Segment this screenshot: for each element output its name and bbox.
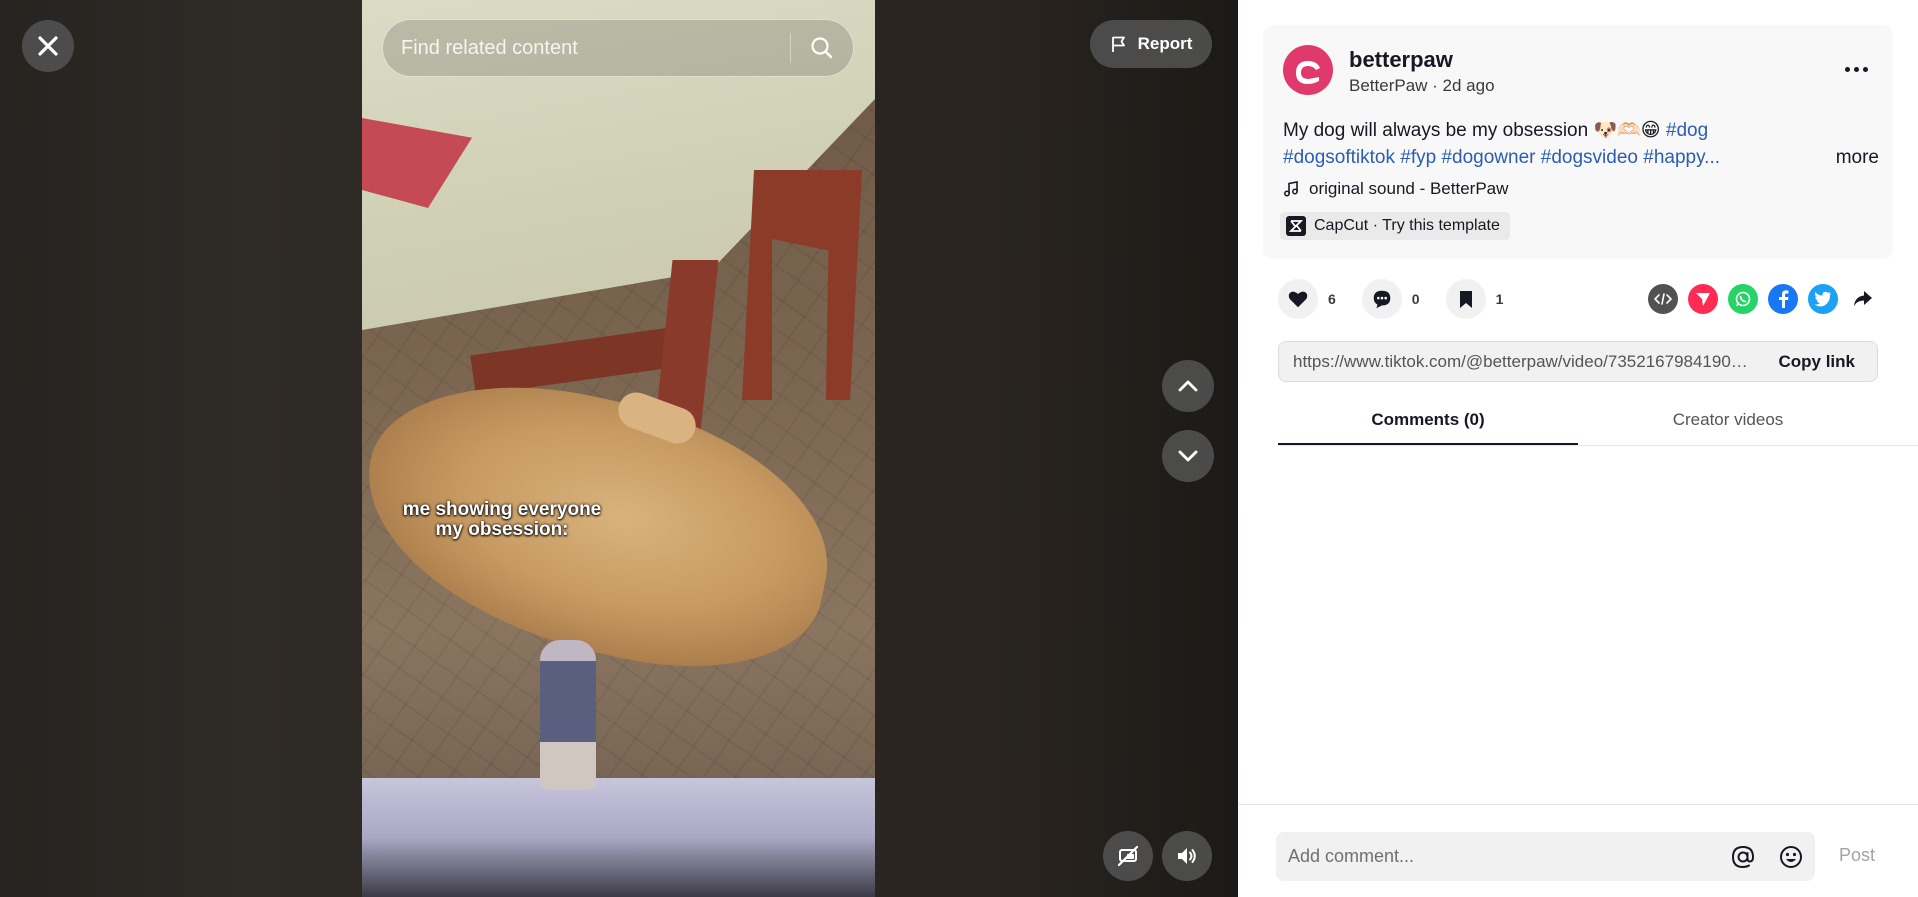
description-text: My dog will always be my obsession — [1283, 120, 1589, 141]
hashtag-dog[interactable]: #dog — [1666, 120, 1708, 141]
comment-button[interactable]: 0 — [1361, 279, 1420, 319]
video-player[interactable]: me showing everyone my obsession: — [362, 0, 875, 897]
bookmark-icon — [1459, 291, 1472, 308]
heart-icon — [1288, 291, 1308, 308]
comment-circle — [1361, 279, 1402, 319]
post-comment-button[interactable]: Post — [1839, 845, 1875, 866]
dot-icon — [1862, 66, 1868, 72]
close-icon — [38, 36, 58, 56]
video-caption: me showing everyone my obsession: — [402, 500, 602, 540]
share-arrow-icon — [1854, 291, 1872, 306]
dot-icon — [1844, 66, 1850, 72]
comment-count: 0 — [1411, 291, 1420, 307]
posted-time: 2d ago — [1442, 76, 1495, 95]
facebook-icon — [1779, 290, 1789, 308]
twitter-share-button[interactable] — [1808, 284, 1838, 314]
panel-tabs: Comments (0) Creator videos — [1278, 400, 1918, 446]
avatar[interactable] — [1283, 45, 1333, 95]
hashtag-dogsoftiktok[interactable]: #dogsoftiktok — [1283, 147, 1395, 168]
video-stage: me showing everyone my obsession: Report — [0, 0, 1238, 897]
twitter-icon — [1814, 291, 1831, 307]
at-sign-icon — [1731, 845, 1755, 868]
emoji-button[interactable] — [1767, 837, 1815, 877]
mention-button[interactable] — [1719, 837, 1767, 877]
embed-code-icon — [1654, 293, 1672, 305]
search-button[interactable] — [791, 20, 853, 76]
hashtag-dogowner[interactable]: #dogowner — [1441, 147, 1535, 168]
copy-link-button[interactable]: Copy link — [1756, 352, 1877, 372]
like-button[interactable]: 6 — [1278, 279, 1336, 319]
report-label: Report — [1137, 34, 1193, 53]
description-line2: #dogsoftiktok #fyp #dogowner #dogsvideo … — [1283, 144, 1883, 171]
previous-video-button[interactable] — [1162, 360, 1214, 412]
author-subline: BetterPaw · 2d ago — [1349, 76, 1495, 96]
betterpaw-logo-icon — [1296, 61, 1320, 84]
like-count: 6 — [1328, 291, 1336, 307]
tab-creator-videos[interactable]: Creator videos — [1578, 400, 1878, 445]
music-note-icon — [1284, 181, 1298, 197]
save-button[interactable]: 1 — [1445, 279, 1504, 319]
embed-button[interactable] — [1648, 284, 1678, 314]
whatsapp-share-button[interactable] — [1728, 284, 1758, 314]
music-title: original sound - BetterPaw — [1309, 179, 1509, 198]
video-person — [540, 640, 596, 790]
description-card: betterpaw BetterPaw · 2d ago My dog will… — [1263, 25, 1893, 259]
music-link[interactable]: original sound - BetterPaw — [1283, 179, 1508, 199]
send-to-friends-button[interactable] — [1688, 284, 1718, 314]
author-name[interactable]: betterpaw — [1349, 47, 1453, 73]
chevron-up-icon — [1178, 380, 1198, 392]
more-options-button[interactable] — [1839, 59, 1873, 79]
volume-button[interactable] — [1162, 831, 1212, 881]
send-icon — [1696, 293, 1710, 306]
share-link-url[interactable]: https://www.tiktok.com/@betterpaw/video/… — [1279, 352, 1756, 372]
whatsapp-icon — [1735, 291, 1751, 307]
search-icon — [811, 37, 833, 59]
facebook-share-button[interactable] — [1768, 284, 1798, 314]
more-description-button[interactable]: more — [1836, 144, 1883, 171]
engagement-actions: 6 0 1 — [1278, 279, 1529, 319]
author-nickname: BetterPaw — [1349, 76, 1428, 95]
report-button[interactable]: Report — [1090, 20, 1212, 68]
hashtag-happy[interactable]: #happy... — [1643, 147, 1720, 168]
search-input[interactable] — [383, 36, 790, 60]
volume-icon — [1178, 848, 1196, 864]
save-circle — [1445, 279, 1486, 319]
video-bottom-edge — [362, 778, 875, 897]
video-description: My dog will always be my obsession 🐶🫶🏻😁 … — [1283, 117, 1883, 171]
like-circle — [1278, 279, 1318, 319]
hashtag-fyp[interactable]: #fyp — [1400, 147, 1436, 168]
capcut-icon — [1286, 216, 1306, 236]
author-separator: · — [1427, 76, 1443, 95]
comment-box — [1276, 832, 1815, 881]
hashtag-dogsvideo[interactable]: #dogsvideo — [1541, 147, 1638, 168]
next-video-button[interactable] — [1162, 430, 1214, 482]
share-options — [1648, 284, 1878, 314]
floating-player-icon — [1117, 845, 1139, 867]
dot-icon — [1853, 66, 1859, 72]
video-caption-line1: me showing everyone — [402, 499, 602, 520]
emoji-icon — [1780, 845, 1802, 868]
close-button[interactable] — [22, 20, 74, 72]
comment-footer: Post — [1238, 804, 1918, 897]
more-share-button[interactable] — [1848, 284, 1878, 314]
save-count: 1 — [1495, 291, 1504, 307]
floating-player-button[interactable] — [1103, 831, 1153, 881]
capcut-label: CapCut · Try this template — [1314, 217, 1500, 234]
comment-icon — [1373, 290, 1391, 309]
flag-icon — [1111, 36, 1125, 52]
search-bar — [382, 19, 854, 77]
description-line1: My dog will always be my obsession 🐶🫶🏻😁 … — [1283, 117, 1883, 144]
share-link-box: https://www.tiktok.com/@betterpaw/video/… — [1278, 341, 1878, 382]
video-caption-line2: my obsession: — [435, 519, 569, 540]
description-emojis: 🐶🫶🏻😁 — [1593, 120, 1661, 141]
chevron-down-icon — [1178, 450, 1198, 462]
details-panel: betterpaw BetterPaw · 2d ago My dog will… — [1238, 0, 1918, 897]
capcut-template-link[interactable]: CapCut · Try this template — [1280, 212, 1510, 240]
comment-input[interactable] — [1276, 846, 1719, 867]
tab-comments[interactable]: Comments (0) — [1278, 400, 1578, 445]
